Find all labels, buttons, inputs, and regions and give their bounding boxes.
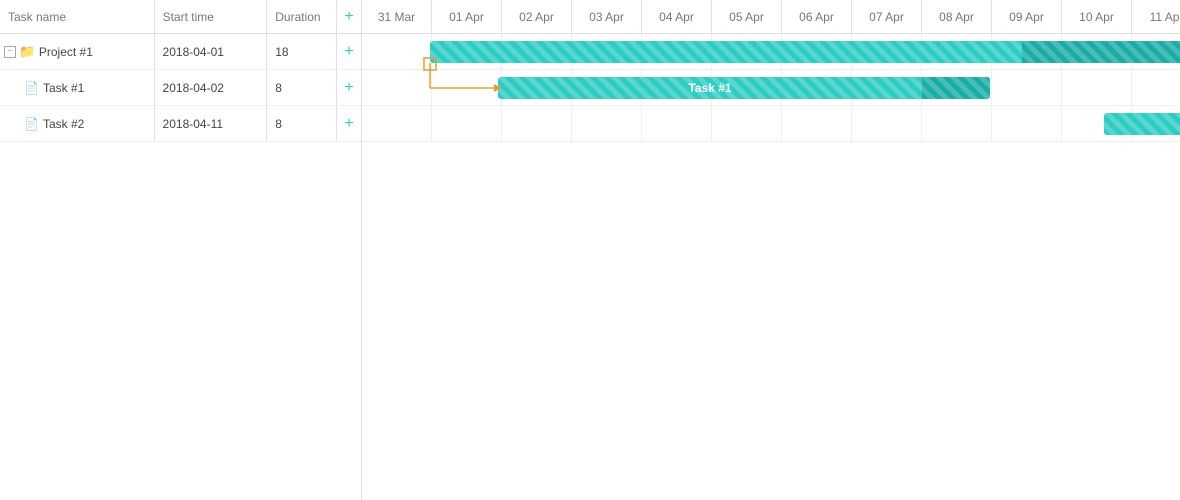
grid-cell	[362, 34, 432, 69]
date-col-01-apr: 01 Apr	[432, 0, 502, 33]
grid-cell	[502, 34, 572, 69]
grid-cell	[782, 34, 852, 69]
duration-cell-task2: 8	[267, 106, 337, 141]
gantt-body: − 📁 Project #1 2018-04-01 18 +	[0, 34, 1180, 500]
grid-cell	[432, 70, 502, 105]
task-name-cell-task2: 📄 Task #2	[0, 106, 155, 141]
grid-cell	[572, 34, 642, 69]
grid-cell	[362, 70, 432, 105]
start-time-label: Start time	[163, 10, 214, 24]
date-col-10-apr: 10 Apr	[1062, 0, 1132, 33]
duration-cell-task1: 8	[267, 70, 337, 105]
duration-label: Duration	[275, 10, 320, 24]
grid-cell	[572, 70, 642, 105]
table-row: − 📁 Project #1 2018-04-01 18 +	[0, 34, 361, 70]
grid-cell	[1132, 106, 1180, 141]
task-name-project1: Project #1	[39, 45, 93, 59]
grid-cell	[712, 70, 782, 105]
duration-value-task1: 8	[275, 81, 282, 95]
duration-value-project1: 18	[275, 45, 288, 59]
col-header-duration: Duration	[267, 0, 337, 33]
col-header-start-time: Start time	[155, 0, 268, 33]
grid-row	[362, 70, 1180, 106]
grid-cell	[922, 70, 992, 105]
gantt-header: Task name Start time Duration + 31 Mar01…	[0, 0, 1180, 34]
grid-cell	[922, 34, 992, 69]
grid-cell	[712, 34, 782, 69]
add-task-button-task1[interactable]: +	[337, 79, 361, 97]
grid-cell	[502, 106, 572, 141]
task-name-task1: Task #1	[43, 81, 84, 95]
grid-cell	[1062, 70, 1132, 105]
grid-row	[362, 106, 1180, 142]
start-value-task2: 2018-04-11	[163, 117, 224, 131]
task-name-task2: Task #2	[43, 117, 84, 131]
grid-cell	[992, 70, 1062, 105]
grid-cell	[782, 106, 852, 141]
grid-cell	[922, 106, 992, 141]
add-icon: +	[344, 8, 353, 26]
date-col-31-mar: 31 Mar	[362, 0, 432, 33]
grid-background	[362, 34, 1180, 500]
collapse-icon[interactable]: −	[4, 46, 16, 58]
start-value-task1: 2018-04-02	[163, 81, 224, 95]
task-name-label: Task name	[8, 10, 66, 24]
grid-cell	[782, 70, 852, 105]
duration-value-task2: 8	[275, 117, 282, 131]
grid-cell	[572, 106, 642, 141]
date-col-05-apr: 05 Apr	[712, 0, 782, 33]
file-icon-task1: 📄	[24, 81, 39, 95]
date-col-07-apr: 07 Apr	[852, 0, 922, 33]
grid-cell	[852, 106, 922, 141]
right-header-dates: 31 Mar01 Apr02 Apr03 Apr04 Apr05 Apr06 A…	[362, 0, 1180, 33]
date-col-04-apr: 04 Apr	[642, 0, 712, 33]
grid-cell	[642, 106, 712, 141]
date-col-09-apr: 09 Apr	[992, 0, 1062, 33]
folder-icon: 📁	[19, 44, 35, 60]
date-col-06-apr: 06 Apr	[782, 0, 852, 33]
grid-cell	[992, 34, 1062, 69]
duration-cell-project1: 18	[267, 34, 337, 69]
grid-cell	[502, 70, 572, 105]
left-header: Task name Start time Duration +	[0, 0, 362, 33]
file-icon-task2: 📄	[24, 117, 39, 131]
gantt-container: Task name Start time Duration + 31 Mar01…	[0, 0, 1180, 500]
grid-cell	[642, 70, 712, 105]
grid-cell	[642, 34, 712, 69]
date-col-08-apr: 08 Apr	[922, 0, 992, 33]
left-panel: − 📁 Project #1 2018-04-01 18 +	[0, 34, 362, 500]
grid-cell	[432, 34, 502, 69]
grid-cell	[1062, 106, 1132, 141]
add-column-button[interactable]: +	[337, 0, 361, 33]
task-name-cell-project1: − 📁 Project #1	[0, 34, 155, 69]
table-row: 📄 Task #2 2018-04-11 8 +	[0, 106, 361, 142]
col-header-task-name: Task name	[0, 0, 155, 33]
grid-cell	[1062, 34, 1132, 69]
grid-row	[362, 34, 1180, 70]
task-name-cell-task1: 📄 Task #1	[0, 70, 155, 105]
grid-cell	[362, 106, 432, 141]
grid-cell	[992, 106, 1062, 141]
date-col-02-apr: 02 Apr	[502, 0, 572, 33]
grid-cell	[1132, 34, 1180, 69]
grid-cell	[432, 106, 502, 141]
start-cell-task2: 2018-04-11	[155, 106, 268, 141]
table-row: 📄 Task #1 2018-04-02 8 +	[0, 70, 361, 106]
grid-cell	[852, 70, 922, 105]
grid-cell	[852, 34, 922, 69]
start-cell-task1: 2018-04-02	[155, 70, 268, 105]
add-task-button-project1[interactable]: +	[337, 43, 361, 61]
right-panel: Project #1 Task #1	[362, 34, 1180, 500]
grid-cell	[1132, 70, 1180, 105]
date-col-03-apr: 03 Apr	[572, 0, 642, 33]
start-cell-project1: 2018-04-01	[155, 34, 268, 69]
start-value-project1: 2018-04-01	[163, 45, 224, 59]
date-col-11-apr: 11 Apr	[1132, 0, 1180, 33]
grid-cell	[712, 106, 782, 141]
add-task-button-task2[interactable]: +	[337, 115, 361, 133]
